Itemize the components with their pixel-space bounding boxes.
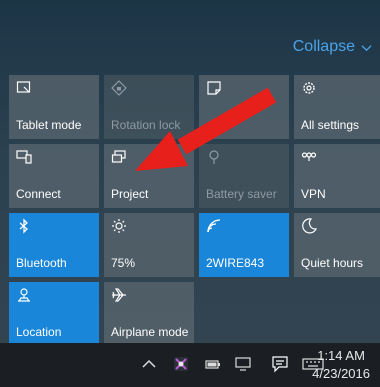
rotation-lock-icon xyxy=(111,80,127,96)
tile-label: Quiet hours xyxy=(301,256,364,270)
tile-wifi[interactable]: 2WIRE843 xyxy=(199,213,289,277)
tile-brightness[interactable]: 75% xyxy=(104,213,194,277)
tablet-mode-icon xyxy=(16,81,31,93)
tile-label: Rotation lock xyxy=(111,118,181,132)
tile-all-settings[interactable]: All settings xyxy=(294,75,380,139)
note-icon xyxy=(207,81,221,95)
tile-rotation-lock[interactable]: Rotation lock xyxy=(104,75,194,139)
brightness-icon xyxy=(112,219,126,233)
tile-label: Airplane mode xyxy=(111,325,189,339)
quick-actions-grid: Tablet mode Rotation lock All settings C… xyxy=(9,75,380,346)
chevron-up-icon[interactable] xyxy=(140,355,158,373)
tile-quiet-hours[interactable]: Quiet hours xyxy=(294,213,380,277)
gear-icon xyxy=(303,82,315,94)
tile-label: VPN xyxy=(301,187,326,201)
chevron-down-icon xyxy=(361,44,372,51)
tile-note[interactable] xyxy=(199,75,289,139)
tile-project[interactable]: Project xyxy=(104,144,194,208)
action-center-icon[interactable] xyxy=(271,355,289,373)
connect-icon xyxy=(16,150,32,164)
vpn-icon xyxy=(301,152,317,161)
tile-label: Project xyxy=(111,187,149,201)
tile-tablet-mode[interactable]: Tablet mode xyxy=(9,75,99,139)
taskbar-clock[interactable]: 1:14 AM 4/23/2016 xyxy=(312,347,370,383)
wifi-icon xyxy=(207,219,221,233)
tile-label: 2WIRE843 xyxy=(206,256,265,270)
tile-label: Battery saver xyxy=(206,187,277,201)
tile-vpn[interactable]: VPN xyxy=(294,144,380,208)
collapse-button[interactable]: Collapse xyxy=(293,38,372,56)
bluetooth-icon xyxy=(19,218,28,234)
battery-saver-icon xyxy=(209,150,219,164)
tile-label: Tablet mode xyxy=(16,118,82,132)
battery-icon[interactable] xyxy=(204,355,222,373)
tile-label: Location xyxy=(16,325,62,339)
tile-airplane-mode[interactable]: Airplane mode xyxy=(104,282,194,346)
clock-date: 4/23/2016 xyxy=(312,366,370,381)
tile-label: Bluetooth xyxy=(16,256,67,270)
network-icon[interactable] xyxy=(234,355,252,373)
location-icon xyxy=(18,288,30,302)
tile-connect[interactable]: Connect xyxy=(9,144,99,208)
tile-label: All settings xyxy=(301,118,360,132)
tile-battery-saver[interactable]: Battery saver xyxy=(199,144,289,208)
tile-label: 75% xyxy=(111,256,136,270)
airplane-icon xyxy=(112,288,126,302)
tile-bluetooth[interactable]: Bluetooth xyxy=(9,213,99,277)
action-center-panel: Collapse Tablet mode Rotation lock All s… xyxy=(0,0,380,346)
tile-location[interactable]: Location xyxy=(9,282,99,346)
moon-icon xyxy=(302,218,317,234)
tile-label: Connect xyxy=(16,187,61,201)
taskbar: 1:14 AM 4/23/2016 xyxy=(0,343,380,387)
collapse-label: Collapse xyxy=(292,38,355,55)
project-icon xyxy=(111,150,126,163)
app-tray-icon[interactable] xyxy=(172,355,190,373)
clock-time: 1:14 AM xyxy=(317,348,365,363)
